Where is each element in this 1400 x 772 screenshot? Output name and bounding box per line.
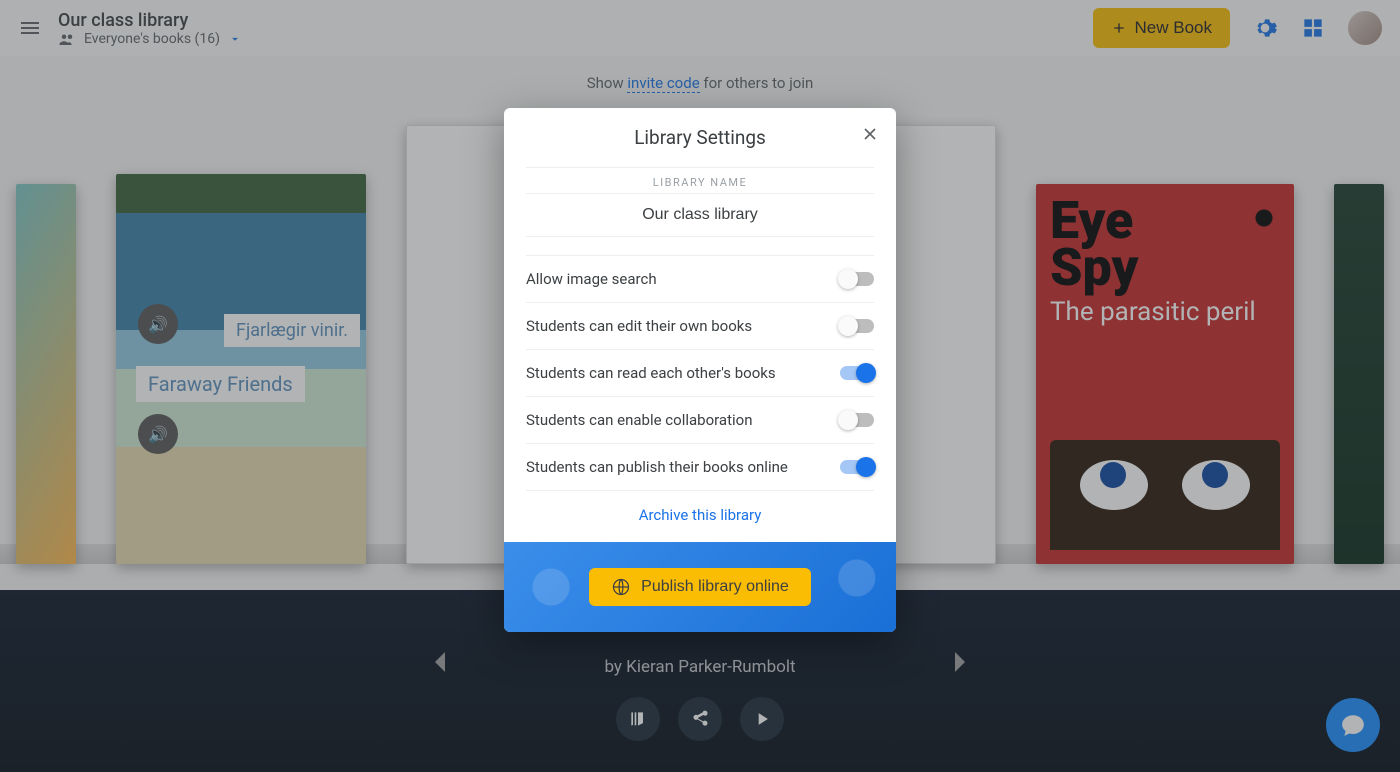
setting-row: Students can read each other's books xyxy=(526,350,874,397)
close-icon[interactable] xyxy=(860,124,880,144)
globe-icon xyxy=(611,577,631,597)
setting-toggle[interactable] xyxy=(840,272,874,286)
library-name-input[interactable] xyxy=(526,193,874,237)
setting-label: Students can read each other's books xyxy=(526,364,776,382)
setting-label: Students can publish their books online xyxy=(526,458,788,476)
setting-toggle[interactable] xyxy=(840,319,874,333)
library-name-section-label: LIBRARY NAME xyxy=(526,167,874,193)
setting-row: Students can enable collaboration xyxy=(526,397,874,444)
setting-label: Students can enable collaboration xyxy=(526,411,753,429)
modal-footer: Publish library online xyxy=(504,542,896,632)
library-settings-modal: Library Settings LIBRARY NAME Allow imag… xyxy=(504,108,896,632)
setting-label: Allow image search xyxy=(526,270,657,288)
setting-row: Students can edit their own books xyxy=(526,303,874,350)
archive-row: Archive this library xyxy=(504,491,896,542)
setting-toggle[interactable] xyxy=(840,413,874,427)
setting-row: Allow image search xyxy=(526,256,874,303)
settings-toggle-list: Allow image search Students can edit thei… xyxy=(526,255,874,491)
modal-title: Library Settings xyxy=(528,126,872,149)
setting-toggle[interactable] xyxy=(840,460,874,474)
publish-label: Publish library online xyxy=(641,578,789,596)
archive-library-link[interactable]: Archive this library xyxy=(639,506,762,524)
publish-library-button[interactable]: Publish library online xyxy=(589,568,811,606)
setting-toggle[interactable] xyxy=(840,366,874,380)
setting-row: Students can publish their books online xyxy=(526,444,874,491)
setting-label: Students can edit their own books xyxy=(526,317,752,335)
